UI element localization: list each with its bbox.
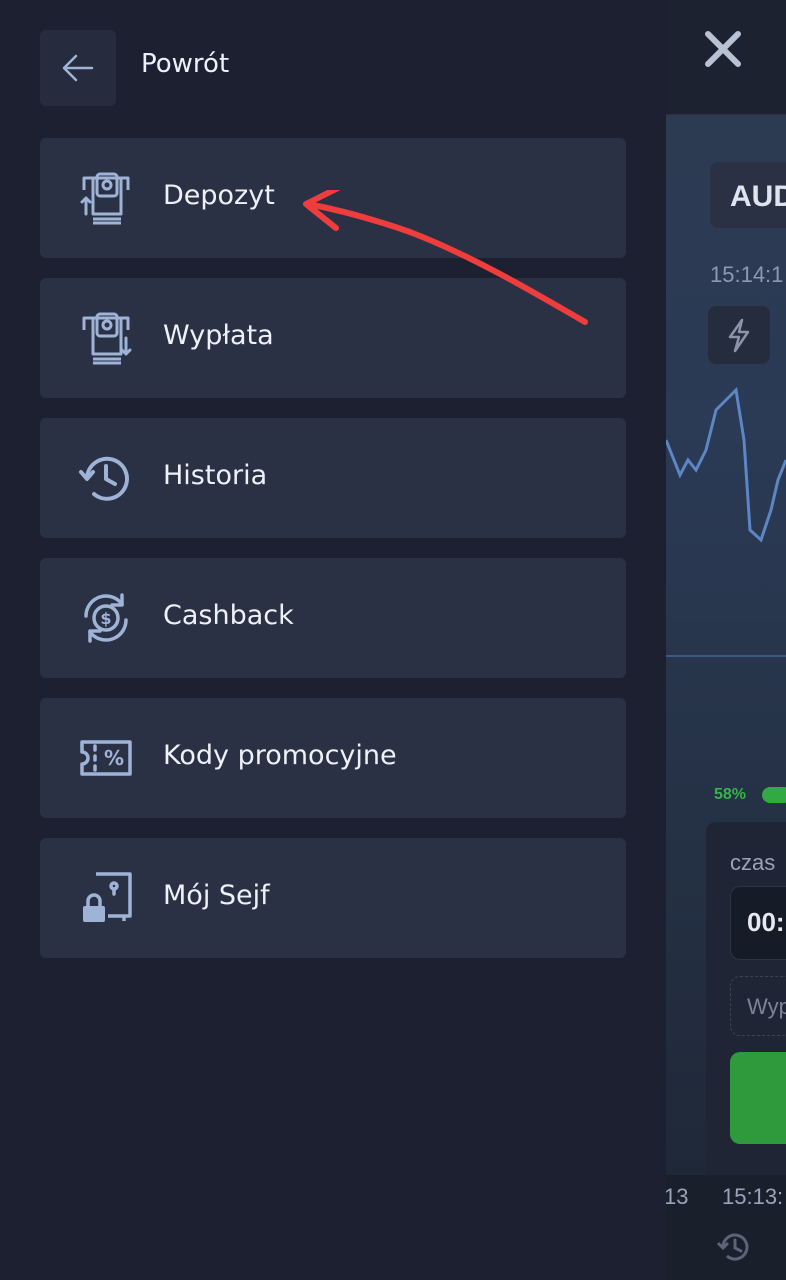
axis-tick: 13 bbox=[664, 1184, 689, 1209]
history-icon bbox=[79, 456, 129, 501]
menu-item-label: Wypłata bbox=[163, 320, 274, 351]
menu-item-label: Kody promocyjne bbox=[163, 740, 397, 771]
safe-lock-icon bbox=[83, 872, 132, 922]
payout-percent: 58% bbox=[714, 786, 747, 803]
menu-item-label: Historia bbox=[163, 460, 268, 491]
side-menu-drawer: Powrót Depozyt Wypłata Historia $ Cashba… bbox=[0, 0, 666, 1280]
close-icon[interactable] bbox=[700, 26, 746, 72]
menu-item-promo-codes[interactable]: % Kody promocyjne bbox=[40, 698, 626, 818]
strike-price-line bbox=[666, 655, 786, 657]
arrow-left-icon bbox=[62, 54, 94, 82]
back-label[interactable]: Powrót bbox=[141, 49, 229, 79]
back-button[interactable] bbox=[40, 30, 116, 106]
chart-time: 15:14:1 bbox=[710, 262, 784, 287]
menu-item-history[interactable]: Historia bbox=[40, 418, 626, 538]
payout-bar bbox=[762, 787, 786, 803]
menu-item-label: Mój Sejf bbox=[163, 880, 270, 911]
axis-tick: 15:13: bbox=[722, 1184, 784, 1209]
amount-input[interactable]: Wyp bbox=[730, 976, 786, 1036]
svg-text:%: % bbox=[104, 746, 124, 770]
time-label: czas bbox=[730, 850, 776, 875]
menu-item-my-safe[interactable]: Mój Sejf bbox=[40, 838, 626, 958]
menu-item-label: Cashback bbox=[163, 600, 294, 631]
withdraw-atm-icon bbox=[82, 312, 132, 365]
promo-code-icon: % bbox=[80, 740, 132, 776]
menu-item-cashback[interactable]: $ Cashback bbox=[40, 558, 626, 678]
deposit-atm-icon bbox=[80, 172, 130, 225]
cashback-icon: $ bbox=[84, 593, 128, 643]
lightning-icon bbox=[728, 318, 750, 353]
menu-item-label: Depozyt bbox=[163, 180, 275, 211]
time-input[interactable]: 00: bbox=[730, 886, 786, 960]
history-icon[interactable] bbox=[715, 1228, 753, 1266]
flash-button[interactable] bbox=[708, 306, 770, 364]
svg-text:$: $ bbox=[100, 609, 111, 628]
price-line bbox=[666, 386, 786, 543]
annotation-arrow-icon bbox=[303, 190, 588, 325]
asset-selector[interactable]: AUD bbox=[710, 162, 786, 228]
buy-button[interactable] bbox=[730, 1052, 786, 1144]
